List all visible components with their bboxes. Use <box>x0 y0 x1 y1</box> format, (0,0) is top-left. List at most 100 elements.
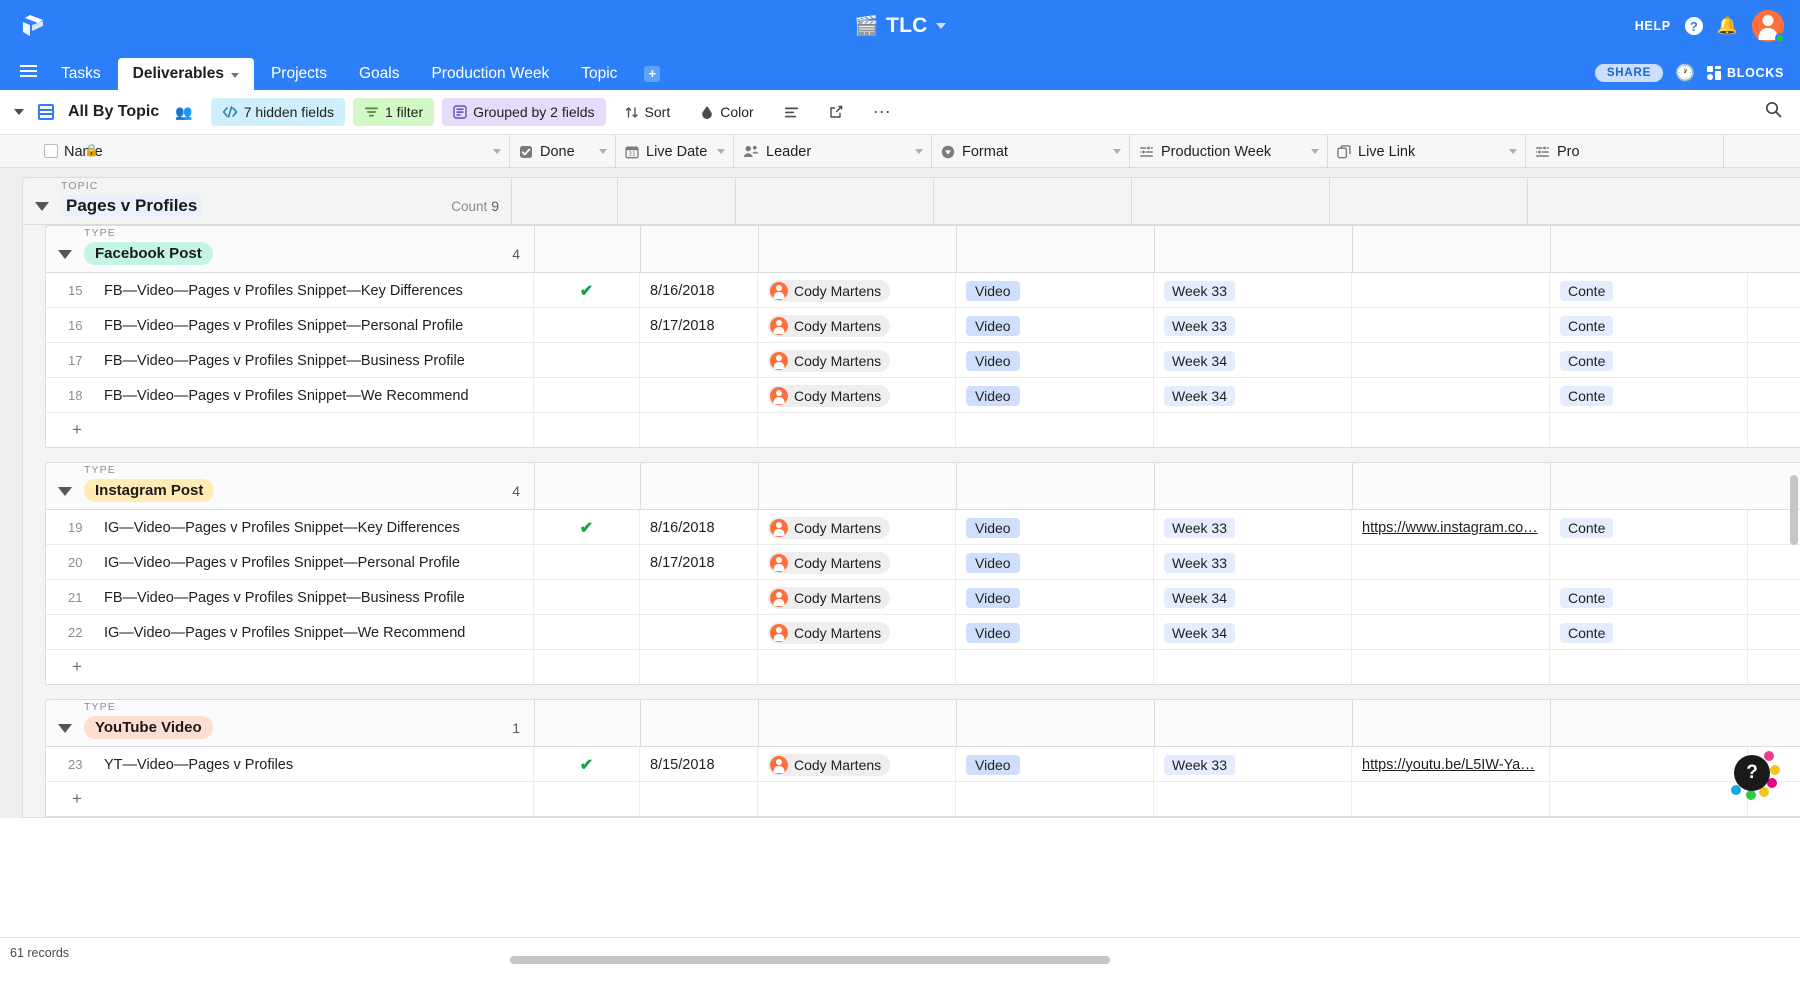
cell-pro[interactable]: Conte <box>1550 615 1748 650</box>
cell-live-link[interactable] <box>1352 545 1550 580</box>
search-icon[interactable] <box>1765 101 1786 123</box>
sidebar-toggle-icon[interactable] <box>14 109 24 115</box>
cell-live-date[interactable]: 8/15/2018 <box>640 747 758 782</box>
add-record-row[interactable]: + <box>46 782 1800 816</box>
topic-group-header[interactable]: TOPIC Pages v Profiles Count 9 <box>23 177 1800 225</box>
help-label[interactable]: HELP <box>1635 19 1671 33</box>
column-header-pro[interactable]: Pro <box>1526 135 1724 168</box>
cell-done[interactable]: ✔ <box>534 510 640 545</box>
cell-live-link[interactable]: https://www.instagram.co… <box>1352 510 1550 545</box>
cell-production-week[interactable]: Week 34 <box>1154 343 1352 378</box>
cell-done[interactable] <box>534 545 640 580</box>
cell-done[interactable] <box>534 580 640 615</box>
cell-production-week[interactable]: Week 33 <box>1154 308 1352 343</box>
help-widget[interactable]: ? <box>1726 747 1780 800</box>
select-all-checkbox[interactable] <box>44 144 58 158</box>
collapse-triangle-icon[interactable] <box>58 487 72 496</box>
horizontal-scrollbar[interactable] <box>510 956 1110 964</box>
cell-leader[interactable]: Cody Martens <box>758 580 956 615</box>
table-row[interactable]: 17 FB—Video—Pages v Profiles Snippet—Bus… <box>46 343 1800 378</box>
tab-production-week[interactable]: Production Week <box>416 58 565 90</box>
chevron-down-icon[interactable] <box>230 72 239 78</box>
collapse-triangle-icon[interactable] <box>35 202 49 211</box>
cell-live-date[interactable] <box>640 615 758 650</box>
cell-name[interactable]: 18 FB—Video—Pages v Profiles Snippet—We … <box>46 378 534 413</box>
share-button[interactable]: SHARE <box>1594 64 1664 82</box>
cell-leader[interactable]: Cody Martens <box>758 615 956 650</box>
add-record-row[interactable]: + <box>46 650 1800 684</box>
cell-live-link[interactable]: https://youtu.be/L5IW-Ya… <box>1352 747 1550 782</box>
chevron-down-icon[interactable] <box>717 149 725 154</box>
column-header-format[interactable]: Format <box>932 135 1130 168</box>
more-options-button[interactable]: ⋯ <box>862 98 903 126</box>
cell-format[interactable]: Video <box>956 580 1154 615</box>
cell-format[interactable]: Video <box>956 378 1154 413</box>
chevron-down-icon[interactable] <box>493 149 501 154</box>
chevron-down-icon[interactable] <box>1113 149 1121 154</box>
cell-name[interactable]: 20 IG—Video—Pages v Profiles Snippet—Per… <box>46 545 534 580</box>
cell-live-date[interactable]: 8/16/2018 <box>640 510 758 545</box>
tab-goals[interactable]: Goals <box>343 58 415 90</box>
sort-button[interactable]: Sort <box>614 98 682 126</box>
cell-pro[interactable]: Conte <box>1550 343 1748 378</box>
cell-production-week[interactable]: Week 33 <box>1154 545 1352 580</box>
cell-live-date[interactable]: 8/17/2018 <box>640 545 758 580</box>
row-height-button[interactable] <box>773 98 810 126</box>
group-button[interactable]: Grouped by 2 fields <box>442 98 606 126</box>
cell-pro[interactable]: Conte <box>1550 580 1748 615</box>
cell-production-week[interactable]: Week 34 <box>1154 615 1352 650</box>
cell-format[interactable]: Video <box>956 273 1154 308</box>
column-header-live-date[interactable]: 31 Live Date <box>616 135 734 168</box>
cell-live-link[interactable] <box>1352 308 1550 343</box>
cell-done[interactable]: ✔ <box>534 273 640 308</box>
cell-live-link[interactable] <box>1352 273 1550 308</box>
avatar[interactable] <box>1752 10 1785 43</box>
filter-button[interactable]: 1 filter <box>353 98 435 126</box>
cell-name[interactable]: 16 FB—Video—Pages v Profiles Snippet—Per… <box>46 308 534 343</box>
blocks-button[interactable]: BLOCKS <box>1707 66 1784 80</box>
plus-icon[interactable]: + <box>46 789 104 809</box>
cell-live-link[interactable] <box>1352 615 1550 650</box>
cell-done[interactable]: ✔ <box>534 747 640 782</box>
cell-leader[interactable]: Cody Martens <box>758 343 956 378</box>
cell-name[interactable]: 19 IG—Video—Pages v Profiles Snippet—Key… <box>46 510 534 545</box>
cell-live-link[interactable] <box>1352 580 1550 615</box>
cell-format[interactable]: Video <box>956 308 1154 343</box>
view-name[interactable]: All By Topic <box>68 103 159 121</box>
cell-production-week[interactable]: Week 33 <box>1154 273 1352 308</box>
cell-pro[interactable] <box>1550 545 1748 580</box>
table-row[interactable]: 16 FB—Video—Pages v Profiles Snippet—Per… <box>46 308 1800 343</box>
table-row[interactable]: 21 FB—Video—Pages v Profiles Snippet—Bus… <box>46 580 1800 615</box>
cell-pro[interactable]: Conte <box>1550 273 1748 308</box>
cell-pro[interactable]: Conte <box>1550 308 1748 343</box>
type-group-header[interactable]: TYPE Facebook Post 4 <box>46 225 1800 273</box>
plus-icon[interactable]: + <box>46 420 104 440</box>
chevron-down-icon[interactable] <box>1311 149 1319 154</box>
collapse-triangle-icon[interactable] <box>58 250 72 259</box>
add-table-button[interactable]: + <box>640 63 664 85</box>
tab-topic[interactable]: Topic <box>566 58 633 90</box>
question-circle-icon[interactable]: ? <box>1684 17 1703 35</box>
cell-leader[interactable]: Cody Martens <box>758 378 956 413</box>
history-clock-icon[interactable]: 🕐 <box>1675 63 1695 83</box>
cell-live-date[interactable] <box>640 343 758 378</box>
tab-tasks[interactable]: Tasks <box>46 58 116 90</box>
cell-format[interactable]: Video <box>956 747 1154 782</box>
cell-live-link[interactable] <box>1352 343 1550 378</box>
base-name[interactable]: TLC <box>886 14 927 38</box>
bell-icon[interactable]: 🔔 <box>1717 16 1738 36</box>
cell-pro[interactable] <box>1550 747 1748 782</box>
cell-name[interactable]: 15 FB—Video—Pages v Profiles Snippet—Key… <box>46 273 534 308</box>
cell-format[interactable]: Video <box>956 343 1154 378</box>
cell-live-date[interactable]: 8/16/2018 <box>640 273 758 308</box>
type-group-header[interactable]: TYPE YouTube Video 1 <box>46 699 1800 747</box>
column-header-production-week[interactable]: Production Week <box>1130 135 1328 168</box>
chevron-down-icon[interactable] <box>1509 149 1517 154</box>
cell-format[interactable]: Video <box>956 615 1154 650</box>
column-header-leader[interactable]: Leader <box>734 135 932 168</box>
cell-format[interactable]: Video <box>956 510 1154 545</box>
airtable-logo-icon[interactable] <box>14 9 48 43</box>
link-text[interactable]: https://youtu.be/L5IW-Ya… <box>1362 757 1535 773</box>
cell-leader[interactable]: Cody Martens <box>758 747 956 782</box>
help-button[interactable]: ? <box>1734 755 1770 791</box>
